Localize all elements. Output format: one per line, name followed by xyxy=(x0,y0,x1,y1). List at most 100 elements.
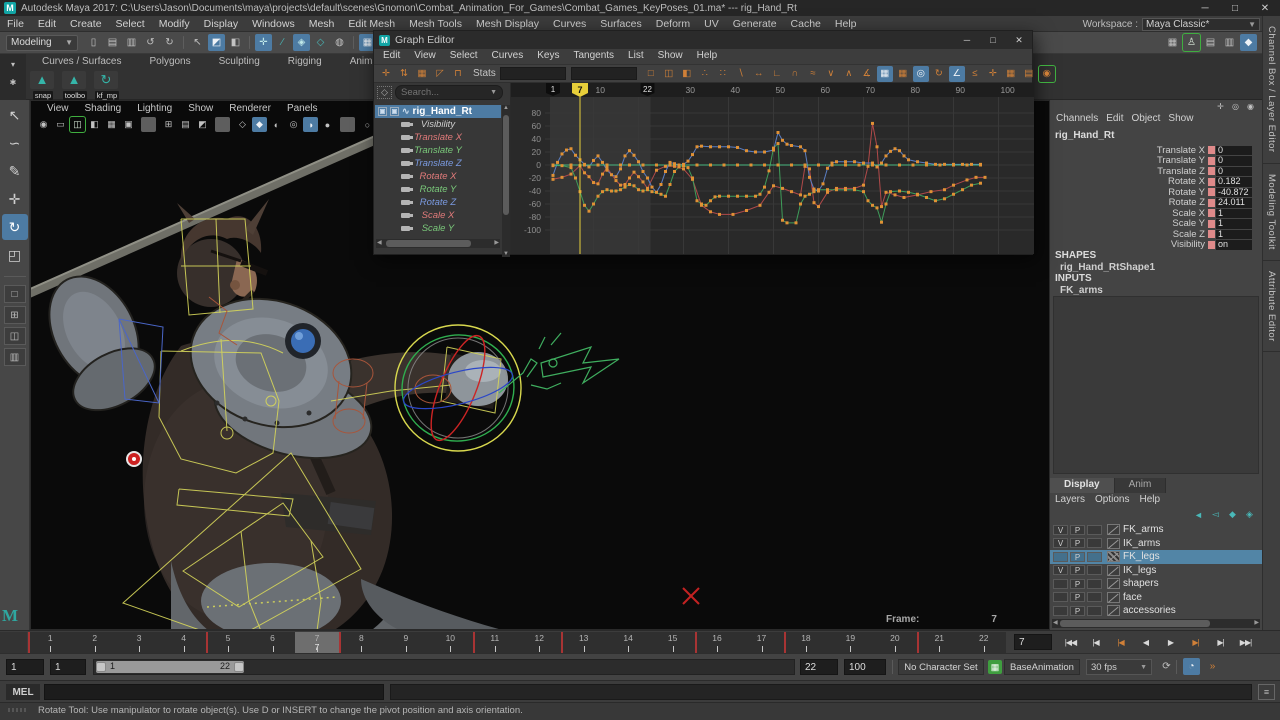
lattice-deform-keys-icon[interactable]: ▦ xyxy=(414,66,430,82)
layer-visibility-toggle[interactable] xyxy=(1053,606,1068,616)
selected-rig-control[interactable] xyxy=(127,452,141,466)
scroll-down-icon[interactable]: ▼ xyxy=(502,251,510,257)
layer-editor-menu-item[interactable]: Help xyxy=(1136,494,1167,505)
fps-dropdown[interactable]: 30 fps▼ xyxy=(1086,659,1152,675)
channel-value-field[interactable]: 24.011 xyxy=(1216,198,1252,208)
step-forward-frame-button[interactable]: ▶| xyxy=(1208,632,1233,652)
separator[interactable] xyxy=(215,117,230,132)
snap-plane-icon[interactable]: ◇ xyxy=(312,34,329,51)
outliner-channel-row[interactable]: Scale X xyxy=(375,209,501,222)
anim-layer-field[interactable]: BaseAnimation xyxy=(1004,659,1080,675)
layer-row[interactable]: P accessories xyxy=(1050,604,1262,618)
rotate-tool[interactable]: ↻ xyxy=(2,214,28,240)
channel-value-field[interactable]: 0.182 xyxy=(1216,177,1252,187)
shelf-tab[interactable]: Sculpting xyxy=(205,56,274,70)
channel-value-field[interactable]: 0 xyxy=(1216,156,1252,166)
layer-playback-toggle[interactable]: P xyxy=(1070,525,1085,535)
channel-box-menu-item[interactable]: Edit xyxy=(1104,113,1129,124)
layer-display-toggle[interactable] xyxy=(1087,592,1102,602)
field-chart-icon[interactable]: ▦ xyxy=(104,117,119,132)
go-to-start-button[interactable]: |◀◀ xyxy=(1058,632,1083,652)
fast-manip-icon[interactable]: ◉ xyxy=(1244,100,1257,112)
retime-tool-icon[interactable]: ⊓ xyxy=(450,66,466,82)
shadows-icon[interactable]: ◑ xyxy=(303,117,318,132)
time-slider-ruler[interactable]: 712345678910111213141516171819202122 xyxy=(28,632,1006,653)
outliner-channel-row[interactable]: Rotate Z xyxy=(375,196,501,209)
layer-type-icon[interactable] xyxy=(1107,551,1120,562)
scroll-left-icon[interactable]: ◀ xyxy=(377,239,382,246)
move-layer-down-icon[interactable]: ◅ xyxy=(1208,508,1223,521)
outliner-vscrollbar[interactable]: ▲ ▼ xyxy=(502,105,510,257)
layer-playback-toggle[interactable]: P xyxy=(1070,579,1085,589)
menu-item[interactable]: Modify xyxy=(152,17,197,31)
shelf-tab[interactable]: Curves / Surfaces xyxy=(28,56,135,70)
shaded-icon[interactable]: ◆ xyxy=(252,117,267,132)
panel-menu-item[interactable]: Shading xyxy=(77,102,130,116)
auto-tangent-icon[interactable]: ≈ xyxy=(805,66,821,82)
make-live-icon[interactable]: ◍ xyxy=(331,34,348,51)
menu-item[interactable]: UV xyxy=(697,17,726,31)
clamped-tangent-icon[interactable]: ∷ xyxy=(715,66,731,82)
channel-box-node-name[interactable]: rig_Hand_Rt xyxy=(1055,130,1114,141)
shelf-button[interactable]: ▲ toolbo xyxy=(62,71,88,101)
outliner-channel-row[interactable]: Translate Z xyxy=(375,157,501,170)
menu-item[interactable]: Cache xyxy=(784,17,828,31)
menu-item[interactable]: Windows xyxy=(245,17,302,31)
swap-buffer-icon[interactable]: ↻ xyxy=(931,66,947,82)
separator[interactable] xyxy=(353,36,354,49)
outliner-channel-row[interactable]: Rotate X xyxy=(375,170,501,183)
outliner-node-row[interactable]: ▣ ▣ ∿ rig_Hand_Rt xyxy=(375,105,501,118)
region-tool-icon[interactable]: ◸ xyxy=(432,66,448,82)
layer-display-toggle[interactable] xyxy=(1087,579,1102,589)
redo-icon[interactable]: ↻ xyxy=(161,34,178,51)
layer-playback-toggle[interactable]: P xyxy=(1070,565,1085,575)
buffer-snapshot-icon[interactable]: ◎ xyxy=(913,66,929,82)
new-layer-selected-icon[interactable]: ◈ xyxy=(1242,508,1257,521)
channel-value-field[interactable]: 1 xyxy=(1216,219,1252,229)
panel-menu-item[interactable]: Show xyxy=(180,102,221,116)
layout-two-pane[interactable]: ◫ xyxy=(4,327,26,345)
panel-menu-item[interactable]: View xyxy=(39,102,77,116)
menu-item[interactable]: Display xyxy=(197,17,245,31)
menu-item[interactable]: Select xyxy=(109,17,152,31)
search-box[interactable]: ▼ xyxy=(395,85,503,100)
textured-icon[interactable]: ◐ xyxy=(269,117,284,132)
panel-menu-item[interactable]: Panels xyxy=(279,102,326,116)
move-tool[interactable]: ✛ xyxy=(2,186,28,212)
maximize-button[interactable]: □ xyxy=(980,35,1006,46)
time-snap-icon[interactable]: ▦ xyxy=(877,66,893,82)
shelf-tab[interactable]: Polygons xyxy=(135,56,204,70)
layer-visibility-toggle[interactable]: V xyxy=(1053,525,1068,535)
layout-outliner-persp[interactable]: ▥ xyxy=(4,348,26,366)
graph-editor-menu-item[interactable]: Keys xyxy=(530,50,566,63)
safe-action-icon[interactable]: ▣ xyxy=(121,117,136,132)
insert-keys-icon[interactable]: ⇅ xyxy=(396,66,412,82)
sidebar-tab[interactable]: Attribute Editor xyxy=(1263,261,1280,353)
layer-display-toggle[interactable] xyxy=(1087,565,1102,575)
select-object-icon[interactable]: ◩ xyxy=(208,34,225,51)
channel-box-menu-item[interactable]: Object xyxy=(1130,113,1167,124)
layer-playback-toggle[interactable]: P xyxy=(1070,592,1085,602)
graph-editor-titlebar[interactable]: M Graph Editor ─ □ ✕ xyxy=(374,31,1032,49)
sidebar-tab[interactable]: Modeling Toolkit xyxy=(1263,164,1280,261)
script-editor-icon[interactable]: ≡ xyxy=(1258,684,1275,700)
scroll-right-icon[interactable]: ▶ xyxy=(494,239,499,246)
graph-editor-menu-item[interactable]: Edit xyxy=(376,50,407,63)
layer-type-icon[interactable] xyxy=(1107,605,1120,616)
scroll-up-icon[interactable]: ▲ xyxy=(502,105,510,111)
layer-editor-tab[interactable]: Anim xyxy=(1115,478,1167,493)
layer-visibility-toggle[interactable]: V xyxy=(1053,538,1068,548)
open-scene-icon[interactable]: ▤ xyxy=(104,34,121,51)
stats-value-field[interactable] xyxy=(571,67,637,80)
grid-icon[interactable]: ⊞ xyxy=(161,117,176,132)
save-scene-icon[interactable]: ▥ xyxy=(123,34,140,51)
gate-mask-icon[interactable]: ◧ xyxy=(87,117,102,132)
undo-icon[interactable]: ↺ xyxy=(142,34,159,51)
animation-snap-icon[interactable]: » xyxy=(1204,658,1221,675)
snap-grid-icon[interactable]: ✛ xyxy=(255,34,272,51)
modeling-toolkit-icon[interactable]: ▦ xyxy=(1164,34,1181,51)
snap-point-icon[interactable]: ◈ xyxy=(293,34,310,51)
menu-item[interactable]: Help xyxy=(828,17,864,31)
minimize-button[interactable]: ─ xyxy=(1190,3,1220,14)
break-tangents-icon[interactable]: ∨ xyxy=(823,66,839,82)
